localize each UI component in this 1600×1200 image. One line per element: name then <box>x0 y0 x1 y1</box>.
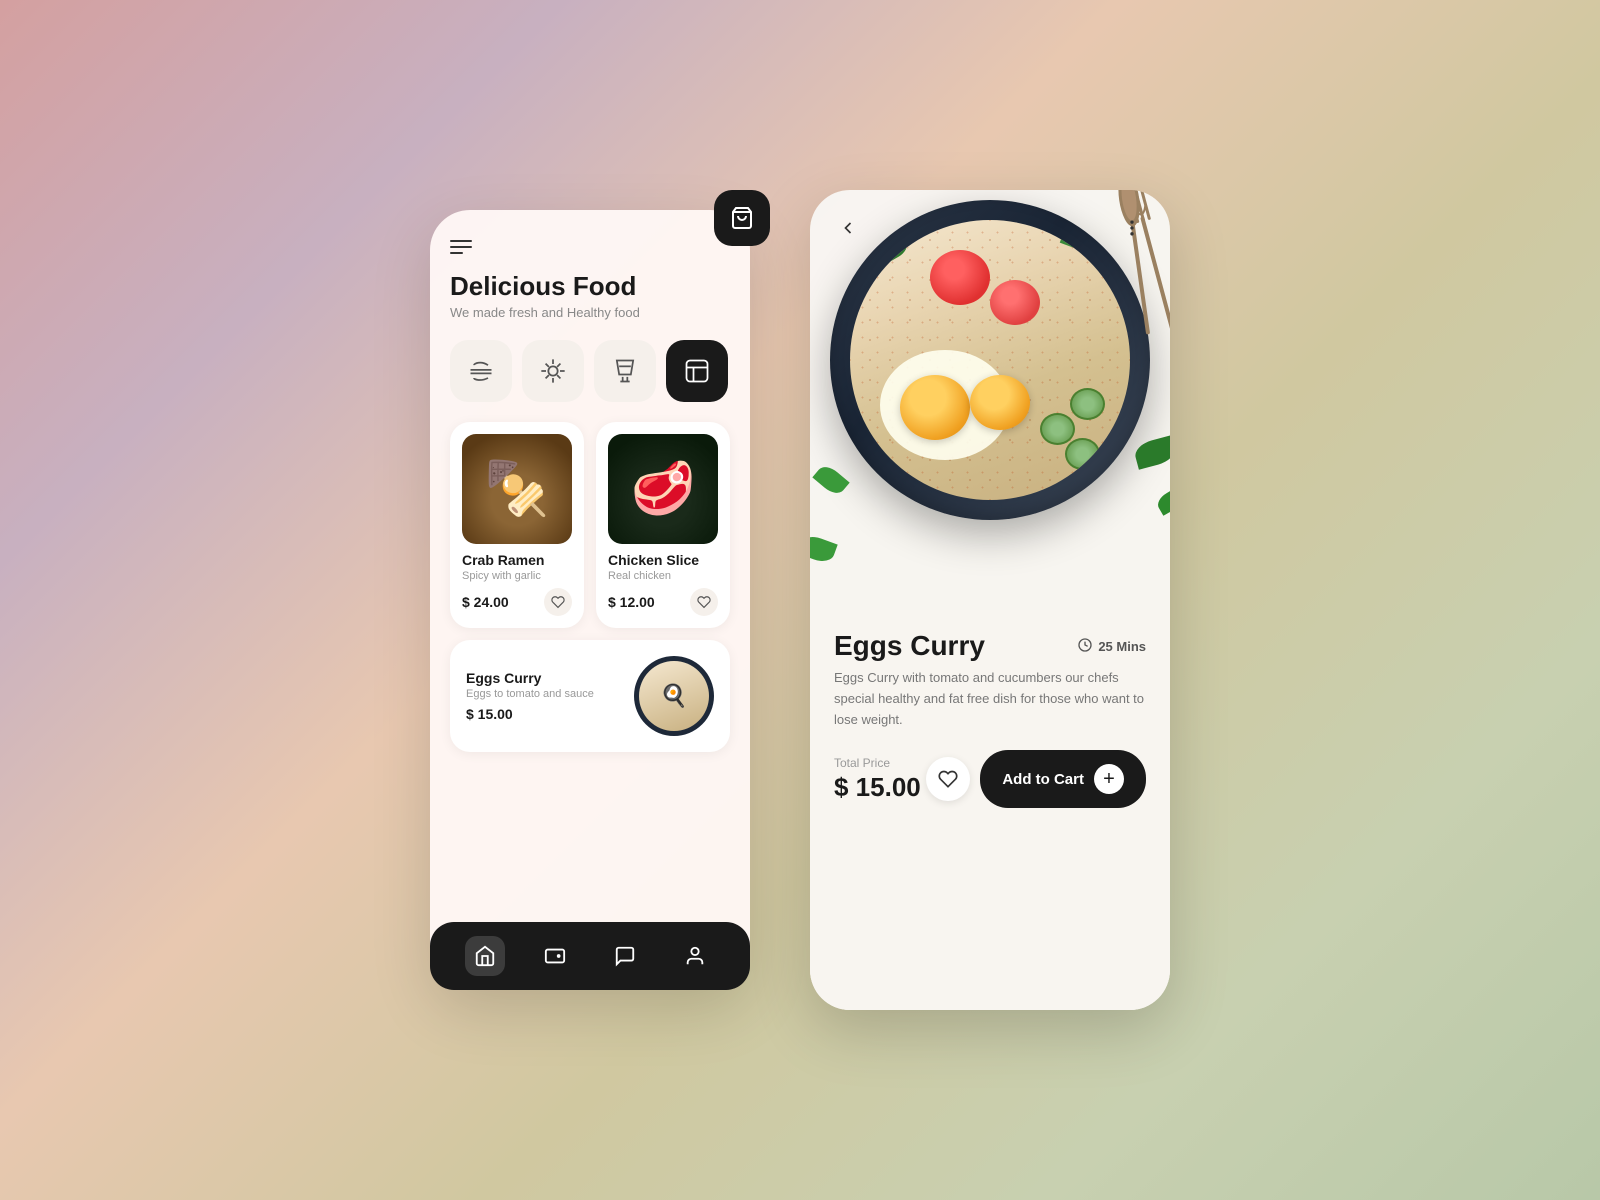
tomato-2 <box>990 280 1040 325</box>
food-grid: 🍢 Crab Ramen Spicy with garlic $ 24.00 🥩… <box>450 422 730 628</box>
detail-header <box>810 190 1170 266</box>
food-price-row-crab-ramen: $ 24.00 <box>462 588 572 616</box>
cart-button[interactable] <box>714 190 770 246</box>
right-phone: Eggs Curry 25 Mins Eggs Curry with tomat… <box>810 190 1170 1010</box>
food-card-chicken-slice[interactable]: 🥩 Chicken Slice Real chicken $ 12.00 <box>596 422 730 628</box>
food-price-eggs-curry: $ 15.00 <box>466 706 622 722</box>
price-section: Total Price $ 15.00 <box>834 756 921 803</box>
nav-profile[interactable] <box>675 936 715 976</box>
category-burger[interactable] <box>450 340 512 402</box>
egg-yolk-2 <box>970 375 1030 430</box>
total-label: Total Price <box>834 756 921 770</box>
left-phone: Delicious Food We made fresh and Healthy… <box>430 210 750 990</box>
cucumber-2 <box>1040 413 1075 445</box>
favorite-button-crab-ramen[interactable] <box>544 588 572 616</box>
menu-icon[interactable] <box>450 240 472 254</box>
category-sushi[interactable] <box>522 340 584 402</box>
add-to-cart-button[interactable]: Add to Cart + <box>980 750 1146 808</box>
cart-icon <box>730 206 754 230</box>
mini-bowl: 🍳 <box>639 661 709 731</box>
food-image-eggs-curry: 🍳 <box>634 656 714 736</box>
category-drinks[interactable] <box>594 340 656 402</box>
food-desc-chicken-slice: Real chicken <box>608 570 718 582</box>
page-title: Delicious Food <box>450 272 730 301</box>
more-button[interactable] <box>1114 210 1150 246</box>
detail-description: Eggs Curry with tomato and cucumbers our… <box>834 668 1146 730</box>
cucumber-1 <box>1065 438 1100 470</box>
detail-content: Eggs Curry 25 Mins Eggs Curry with tomat… <box>810 610 1170 1010</box>
nav-chat[interactable] <box>605 936 645 976</box>
add-to-cart-label: Add to Cart <box>1002 771 1084 788</box>
food-desc-eggs-curry: Eggs to tomato and sauce <box>466 688 622 700</box>
price-actions: Add to Cart + <box>926 750 1146 808</box>
nav-wallet[interactable] <box>535 936 575 976</box>
detail-title-row: Eggs Curry 25 Mins <box>834 630 1146 662</box>
nav-home[interactable] <box>465 936 505 976</box>
egg-yolk-1 <box>900 375 970 440</box>
food-price-chicken-slice: $ 12.00 <box>608 594 655 610</box>
food-card-eggs-curry[interactable]: Eggs Curry Eggs to tomato and sauce $ 15… <box>450 640 730 752</box>
food-name-crab-ramen: Crab Ramen <box>462 552 572 568</box>
eggs-curry-text: Eggs Curry Eggs to tomato and sauce $ 15… <box>466 670 622 722</box>
favorite-button-detail[interactable] <box>926 757 970 801</box>
price-row: Total Price $ 15.00 Add to Cart + <box>834 750 1146 808</box>
food-name-chicken-slice: Chicken Slice <box>608 552 718 568</box>
food-desc-crab-ramen: Spicy with garlic <box>462 570 572 582</box>
food-image-chicken-slice: 🥩 <box>608 434 718 544</box>
detail-food-name: Eggs Curry <box>834 630 985 662</box>
food-price-crab-ramen: $ 24.00 <box>462 594 509 610</box>
cucumber-3 <box>1070 388 1105 420</box>
food-image-crab-ramen: 🍢 <box>462 434 572 544</box>
page-subtitle: We made fresh and Healthy food <box>450 305 730 320</box>
cook-time: 25 Mins <box>1098 639 1146 654</box>
time-badge: 25 Mins <box>1077 637 1146 656</box>
food-name-eggs-curry: Eggs Curry <box>466 670 622 686</box>
food-card-crab-ramen[interactable]: 🍢 Crab Ramen Spicy with garlic $ 24.00 <box>450 422 584 628</box>
back-button[interactable] <box>830 210 866 246</box>
food-price-row-chicken-slice: $ 12.00 <box>608 588 718 616</box>
category-special[interactable] <box>666 340 728 402</box>
categories <box>450 340 730 402</box>
plus-icon: + <box>1094 764 1124 794</box>
favorite-button-chicken-slice[interactable] <box>690 588 718 616</box>
clock-icon <box>1077 637 1093 656</box>
total-price: $ 15.00 <box>834 772 921 803</box>
bottom-nav <box>430 922 750 990</box>
